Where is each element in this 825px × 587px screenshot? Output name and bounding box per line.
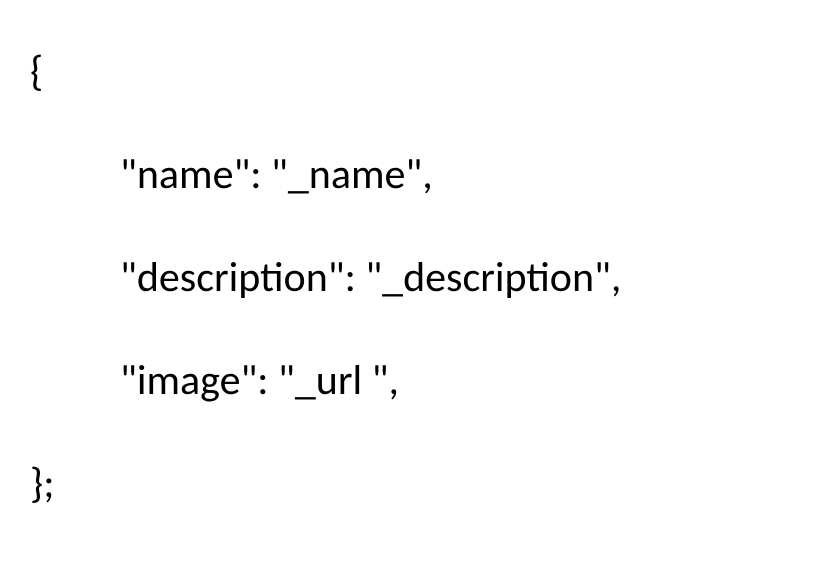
code-line-description: "description": "_description", xyxy=(120,246,795,309)
brace-open: { xyxy=(30,40,795,103)
brace-close: }; xyxy=(30,452,795,515)
code-line-image: "image": "_url ", xyxy=(120,349,795,412)
code-line-name: "name": "_name", xyxy=(120,143,795,206)
